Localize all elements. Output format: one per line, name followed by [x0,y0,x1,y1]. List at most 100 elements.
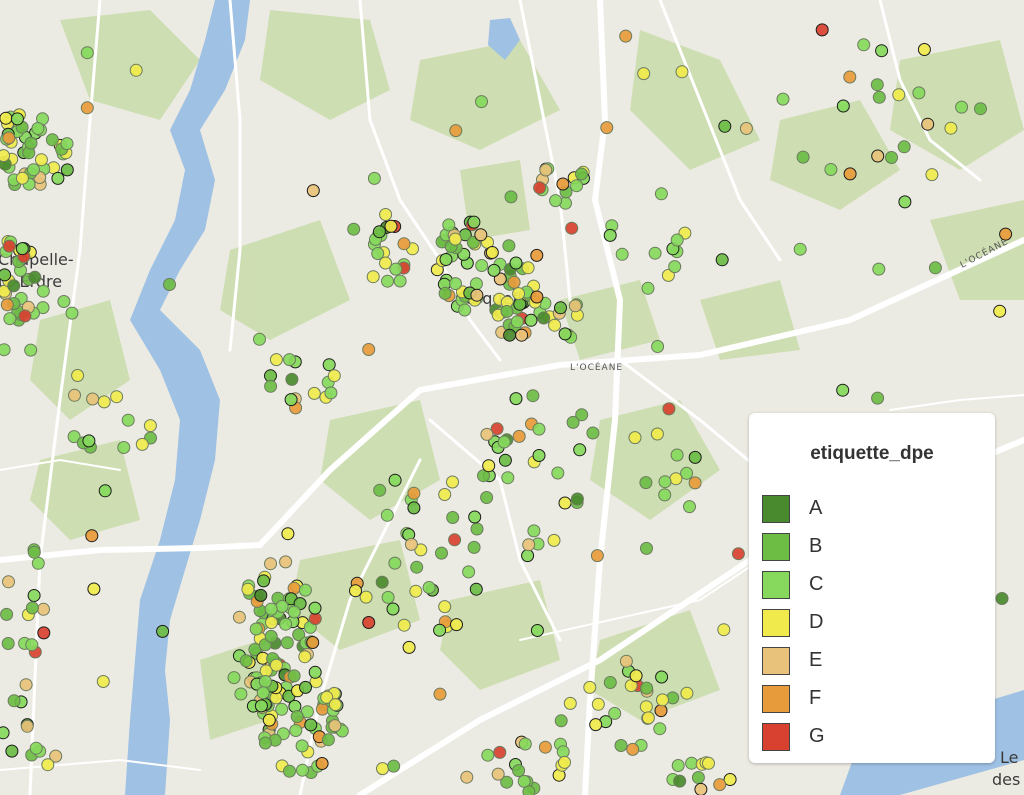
dpe-marker[interactable] [82,434,96,448]
dpe-marker[interactable] [669,472,683,486]
dpe-marker[interactable] [257,574,271,588]
dpe-marker[interactable] [308,665,322,679]
dpe-marker[interactable] [386,602,400,616]
dpe-marker[interactable] [993,304,1007,318]
dpe-marker[interactable] [475,259,489,272]
dpe-marker[interactable] [25,601,39,615]
dpe-marker[interactable] [45,133,59,147]
dpe-marker[interactable] [422,581,436,594]
dpe-marker[interactable] [547,533,561,547]
dpe-marker[interactable] [566,415,580,429]
dpe-marker[interactable] [0,298,14,312]
dpe-marker[interactable] [639,700,653,714]
dpe-marker[interactable] [897,140,911,154]
dpe-marker[interactable] [269,353,283,367]
dpe-marker[interactable] [60,137,74,151]
dpe-marker[interactable] [619,29,633,43]
dpe-marker[interactable] [718,119,732,133]
dpe-marker[interactable] [683,500,696,514]
dpe-marker[interactable] [654,187,668,201]
dpe-marker[interactable] [304,718,318,732]
dpe-marker[interactable] [262,713,276,727]
dpe-marker[interactable] [639,476,653,490]
dpe-marker[interactable] [57,295,71,308]
dpe-marker[interactable] [3,312,17,326]
dpe-marker[interactable] [256,686,270,700]
dpe-marker[interactable] [468,510,482,524]
dpe-marker[interactable] [249,622,263,636]
dpe-marker[interactable] [359,590,373,604]
dpe-marker[interactable] [328,698,342,712]
dpe-marker[interactable] [239,654,253,668]
dpe-marker[interactable] [475,95,488,109]
dpe-marker[interactable] [98,484,112,498]
dpe-marker[interactable] [129,63,143,77]
dpe-marker[interactable] [640,681,654,695]
dpe-marker[interactable] [254,699,268,713]
dpe-marker[interactable] [163,278,176,291]
dpe-marker[interactable] [995,592,1009,605]
dpe-marker[interactable] [80,46,94,60]
dpe-marker[interactable] [380,508,394,522]
dpe-marker[interactable] [836,383,850,397]
dpe-marker[interactable] [156,624,170,638]
dpe-marker[interactable] [28,270,42,284]
dpe-marker[interactable] [371,247,385,260]
dpe-marker[interactable] [86,392,100,406]
dpe-marker[interactable] [739,122,753,135]
dpe-marker[interactable] [498,453,512,467]
dpe-marker[interactable] [0,726,10,740]
dpe-marker[interactable] [376,762,389,776]
dpe-marker[interactable] [36,284,50,298]
dpe-marker[interactable] [315,702,329,716]
dpe-marker[interactable] [563,696,577,710]
dpe-marker[interactable] [673,774,687,788]
dpe-marker[interactable] [407,501,421,515]
dpe-marker[interactable] [458,303,472,317]
dpe-marker[interactable] [110,390,124,404]
dpe-marker[interactable] [290,710,304,723]
dpe-marker[interactable] [688,476,702,490]
dpe-marker[interactable] [68,388,81,402]
dpe-marker[interactable] [503,328,517,342]
dpe-marker[interactable] [501,471,515,485]
dpe-marker[interactable] [513,297,527,311]
dpe-marker[interactable] [253,332,266,346]
dpe-marker[interactable] [306,184,320,198]
dpe-marker[interactable] [583,680,597,694]
dpe-marker[interactable] [283,764,296,778]
dpe-marker[interactable] [491,767,505,781]
dpe-marker[interactable] [493,745,507,759]
dpe-marker[interactable] [462,565,476,579]
dpe-marker[interactable] [504,190,518,204]
dpe-marker[interactable] [532,449,546,462]
dpe-marker[interactable] [0,268,12,282]
dpe-marker[interactable] [512,764,526,778]
dpe-marker[interactable] [575,167,588,181]
dpe-marker[interactable] [558,755,571,769]
dpe-marker[interactable] [648,246,662,260]
dpe-marker[interactable] [556,177,570,191]
dpe-marker[interactable] [328,719,342,733]
dpe-marker[interactable] [373,483,387,497]
dpe-marker[interactable] [590,549,604,563]
dpe-marker[interactable] [558,496,572,510]
dpe-marker[interactable] [554,301,567,315]
dpe-marker[interactable] [85,529,99,543]
dpe-marker[interactable] [449,277,462,291]
dpe-marker[interactable] [658,475,672,489]
dpe-marker[interactable] [892,88,906,102]
dpe-marker[interactable] [2,131,16,145]
dpe-marker[interactable] [280,636,294,650]
dpe-marker[interactable] [289,724,303,737]
dpe-marker[interactable] [388,556,402,570]
dpe-marker[interactable] [19,678,33,692]
dpe-marker[interactable] [898,195,912,209]
dpe-marker[interactable] [713,778,727,792]
dpe-marker[interactable] [731,547,745,561]
dpe-marker[interactable] [388,473,402,487]
dpe-marker[interactable] [551,466,565,480]
dpe-marker[interactable] [875,44,889,58]
dpe-marker[interactable] [287,669,301,683]
dpe-marker[interactable] [27,545,41,559]
